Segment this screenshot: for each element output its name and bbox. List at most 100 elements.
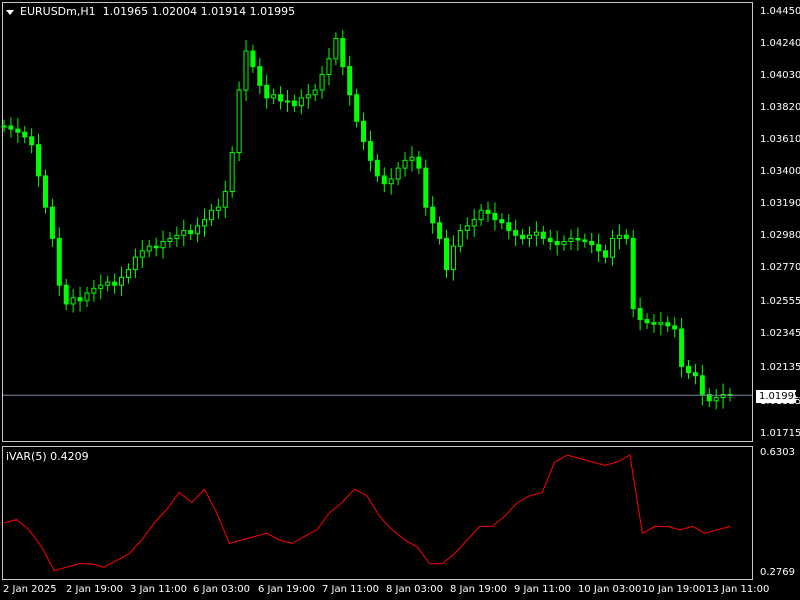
candle-body [243,50,249,91]
time-axis-tick: 13 Jan 11:00 [706,584,770,595]
candle-body [471,219,477,227]
price-axis-tick: 1.02770 [760,262,800,273]
candle-body [333,38,339,60]
candle-body [395,167,401,180]
candle-body [298,97,304,107]
candle-body [547,237,553,243]
candle-body [450,245,456,271]
candle-body [70,297,76,305]
candle-body [423,167,429,208]
candle-body [125,269,131,278]
candle-body [499,219,505,224]
price-axis-tick: 1.02135 [760,362,800,373]
candle-body [91,287,97,294]
price-axis-tick: 1.04240 [760,38,800,49]
candle-body [195,225,201,235]
candle-body [644,319,650,324]
candle-body [319,73,325,91]
candle-body [236,89,242,154]
time-axis-tick: 6 Jan 03:00 [193,584,250,595]
candle-body [22,131,28,138]
dropdown-triangle-icon[interactable] [6,9,14,15]
candle-body [326,58,332,75]
indicator-label: iVAR(5) 0.4209 [6,450,89,463]
candle-body [582,239,588,243]
candle-body [208,209,214,221]
candle-body [84,292,90,302]
candle-body [561,241,567,246]
indicator-axis-max: 0.6303 [760,447,795,458]
candle-body [416,156,422,169]
candle-body [284,100,290,103]
price-axis-tick: 1.03610 [760,134,800,145]
candle-body [478,209,484,221]
price-axis-tick: 1.04450 [760,6,800,17]
candle-body [630,237,636,310]
candle-body [540,231,546,239]
candle-body [174,234,180,239]
candle-body [340,38,346,68]
candle-body [119,276,125,286]
candle-body [609,237,615,258]
candle-body [188,230,194,235]
candle-body [202,219,208,227]
candle-body [513,230,519,236]
candle-body [271,94,277,99]
candle-body [457,230,463,247]
candle-body [506,222,512,232]
chart-header: EURUSDm,H1 1.01965 1.02004 1.01914 1.019… [6,5,295,18]
price-axis-tick: 1.03190 [760,198,800,209]
candle-body [492,212,498,221]
candle-body [533,231,539,236]
candle-body [29,136,35,146]
time-axis-tick: 3 Jan 11:00 [130,584,187,595]
candle-body [36,144,42,177]
candle-body [616,234,622,239]
time-axis-tick: 6 Jan 19:00 [258,584,315,595]
candle-body [139,250,145,258]
time-axis-tick: 8 Jan 19:00 [450,584,507,595]
candle-body [402,159,408,169]
time-axis-tick: 10 Jan 19:00 [642,584,706,595]
candle-body [713,397,719,402]
candle-body [347,66,353,96]
candle-body [56,237,62,286]
candle-body [305,94,311,99]
candle-body [77,297,83,302]
candle-body [15,128,21,133]
candle-body [215,206,221,211]
candle-body [63,284,69,305]
candle-body [679,328,685,367]
symbol-label: EURUSDm,H1 [20,5,96,18]
candle-body [278,94,284,102]
candle-body [464,225,470,232]
candle-body [651,322,657,325]
ohlc-label: 1.01965 1.02004 1.01914 1.01995 [102,5,296,18]
candle-body [596,244,602,252]
current-price-tag: 1.01995 [756,390,800,403]
candle-body [692,372,698,377]
candle-body [8,125,14,130]
indicator-axis-min: 0.2769 [760,567,795,578]
candle-body [699,375,705,396]
candle-body [222,191,228,208]
candle-body [42,175,48,208]
ivar-indicator-line [3,454,731,572]
candle-body [686,365,692,374]
candle-body [430,206,436,224]
candle-body [658,322,664,325]
candle-body [153,245,159,249]
candle-body [250,50,256,68]
candle-body [229,152,235,193]
candle-body [526,234,532,239]
time-axis-tick: 8 Jan 03:00 [386,584,443,595]
candle-body [575,237,581,241]
candle-body [49,206,55,239]
candle-body [672,325,678,330]
price-chart-svg[interactable] [0,0,800,600]
candle-body [637,308,643,321]
candle-body [354,94,360,122]
candle-body [568,237,574,243]
candle-body [444,237,450,271]
price-axis-tick: 1.04030 [760,70,800,81]
